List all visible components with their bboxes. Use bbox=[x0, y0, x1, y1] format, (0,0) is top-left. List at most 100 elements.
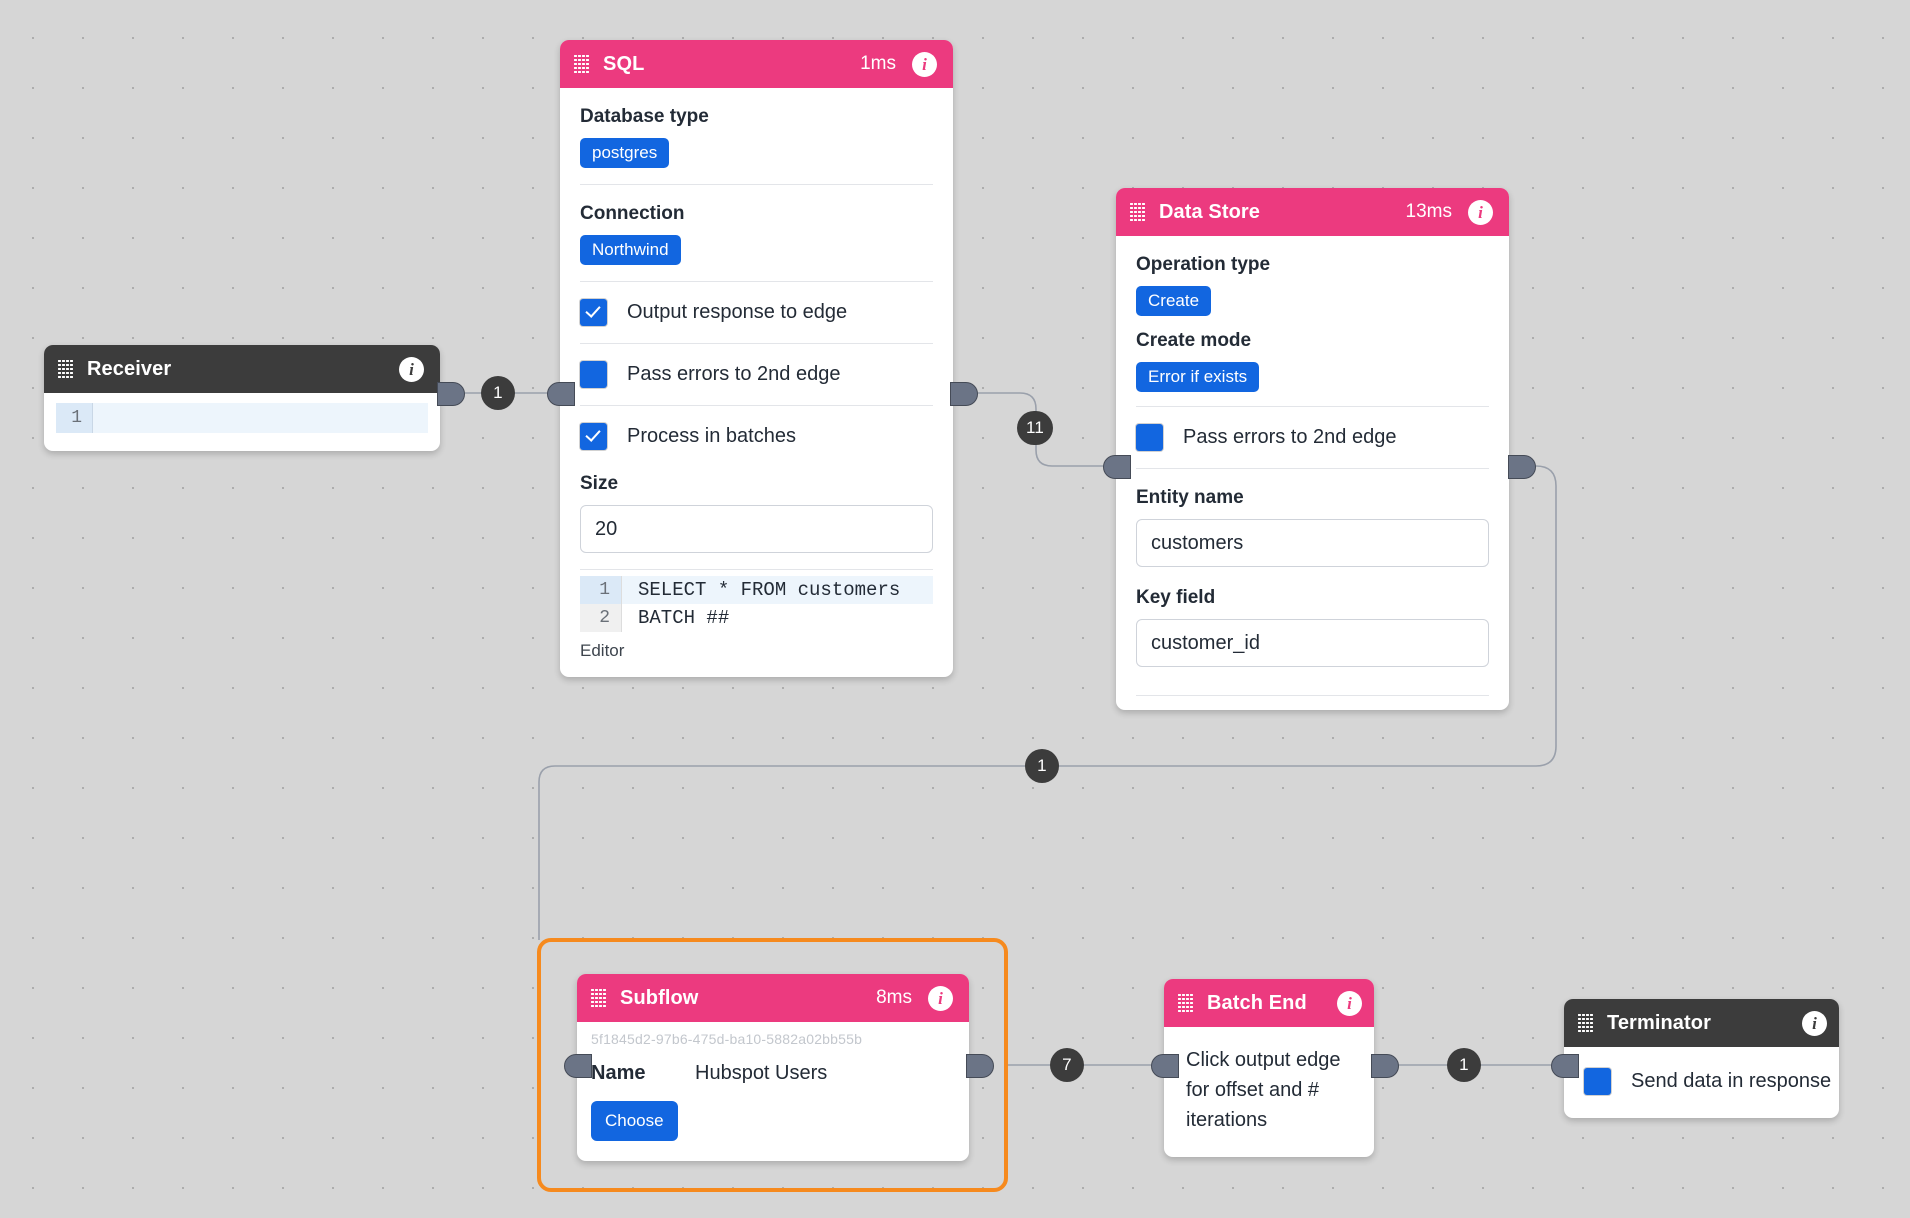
entity-name-input[interactable] bbox=[1136, 519, 1489, 567]
terminator-title: Terminator bbox=[1607, 1011, 1711, 1034]
drag-handle-icon[interactable] bbox=[591, 988, 606, 1008]
output-response-row[interactable]: Output response to edge bbox=[560, 282, 953, 343]
sql-output-port[interactable] bbox=[950, 382, 978, 406]
operation-type-value[interactable]: Create bbox=[1136, 286, 1212, 316]
drag-handle-icon[interactable] bbox=[1178, 993, 1193, 1013]
receiver-output-port[interactable] bbox=[437, 382, 465, 406]
edge-count-datastore-to-subflow[interactable]: 1 bbox=[1025, 749, 1059, 783]
node-data-store[interactable]: Data Store 13ms i Operation type Create … bbox=[1116, 188, 1509, 710]
database-type-value[interactable]: postgres bbox=[580, 138, 670, 168]
batch-end-input-port[interactable] bbox=[1151, 1054, 1179, 1078]
batch-end-header[interactable]: Batch End i bbox=[1164, 979, 1374, 1027]
subflow-header[interactable]: Subflow 8ms i bbox=[577, 974, 969, 1022]
process-batches-row[interactable]: Process in batches bbox=[560, 406, 953, 467]
pass-errors-row[interactable]: Pass errors to 2nd edge bbox=[560, 344, 953, 405]
connection-label: Connection bbox=[580, 203, 685, 224]
line-number: 2 bbox=[580, 604, 622, 632]
output-response-label: Output response to edge bbox=[627, 301, 848, 323]
sql-code-editor[interactable]: 1 SELECT * FROM customers 2 BATCH ## bbox=[580, 576, 933, 632]
info-icon[interactable]: i bbox=[912, 51, 937, 77]
pass-errors-label: Pass errors to 2nd edge bbox=[627, 363, 841, 385]
node-receiver[interactable]: Receiver i 1 bbox=[44, 345, 440, 451]
info-glyph: i bbox=[922, 54, 927, 74]
operation-type-label: Operation type bbox=[1136, 254, 1271, 275]
subflow-uuid: 5f1845d2-97b6-475d-ba10-5882a02bb55b bbox=[591, 1031, 863, 1047]
line-text[interactable]: SELECT * FROM customers bbox=[622, 576, 933, 604]
body-bottom-spacer bbox=[1116, 696, 1509, 710]
info-icon[interactable]: i bbox=[1337, 990, 1362, 1016]
receiver-body: 1 bbox=[44, 393, 440, 451]
workflow-canvas[interactable]: Receiver i 1 1 SQL 1ms i Database type p… bbox=[0, 0, 1910, 1218]
divider bbox=[580, 569, 933, 570]
subflow-duration: 8ms bbox=[876, 987, 912, 1008]
terminator-body: Send data in response bbox=[1564, 1047, 1839, 1118]
operation-type-field: Operation type Create bbox=[1116, 236, 1509, 322]
process-batches-checkbox[interactable] bbox=[580, 423, 607, 450]
key-field-input[interactable] bbox=[1136, 619, 1489, 667]
subflow-name-row: Name Hubspot Users bbox=[577, 1049, 969, 1085]
info-glyph: i bbox=[1478, 202, 1483, 222]
choose-button[interactable]: Choose bbox=[591, 1101, 678, 1141]
data-store-title: Data Store bbox=[1159, 200, 1261, 223]
info-icon[interactable]: i bbox=[1468, 199, 1493, 225]
info-icon[interactable]: i bbox=[399, 356, 424, 382]
process-batches-label: Process in batches bbox=[627, 425, 796, 447]
size-input[interactable] bbox=[580, 505, 933, 553]
send-data-row[interactable]: Send data in response bbox=[1564, 1051, 1839, 1112]
size-field: Size bbox=[560, 467, 953, 569]
send-data-checkbox[interactable] bbox=[1584, 1068, 1611, 1095]
edge-count-subflow-to-batchend[interactable]: 7 bbox=[1050, 1048, 1084, 1082]
info-icon[interactable]: i bbox=[928, 985, 953, 1011]
terminator-header[interactable]: Terminator i bbox=[1564, 999, 1839, 1047]
subflow-title: Subflow bbox=[620, 986, 699, 1009]
subflow-output-port[interactable] bbox=[966, 1054, 994, 1078]
line-text[interactable]: BATCH ## bbox=[622, 604, 933, 632]
node-sql[interactable]: SQL 1ms i Database type postgres Connect… bbox=[560, 40, 953, 677]
pass-errors-checkbox[interactable] bbox=[580, 361, 607, 388]
line-number: 1 bbox=[56, 403, 93, 433]
node-subflow[interactable]: Subflow 8ms i 5f1845d2-97b6-475d-ba10-58… bbox=[577, 974, 969, 1161]
subflow-input-port[interactable] bbox=[564, 1054, 592, 1078]
create-mode-value[interactable]: Error if exists bbox=[1136, 362, 1260, 392]
node-batch-end[interactable]: Batch End i Click output edge for offset… bbox=[1164, 979, 1374, 1157]
data-store-duration: 13ms bbox=[1405, 201, 1452, 222]
code-line[interactable]: 2 BATCH ## bbox=[580, 604, 933, 632]
info-glyph: i bbox=[409, 359, 414, 379]
create-mode-field: Create mode Error if exists bbox=[1116, 322, 1509, 406]
connection-value[interactable]: Northwind bbox=[580, 235, 681, 265]
data-store-input-port[interactable] bbox=[1103, 455, 1131, 479]
sql-input-port[interactable] bbox=[547, 382, 575, 406]
receiver-header[interactable]: Receiver i bbox=[44, 345, 440, 393]
editor-caption: Editor bbox=[580, 641, 625, 660]
receiver-title: Receiver bbox=[87, 357, 172, 380]
node-terminator[interactable]: Terminator i Send data in response bbox=[1564, 999, 1839, 1118]
pass-errors-label: Pass errors to 2nd edge bbox=[1183, 426, 1397, 448]
data-store-header[interactable]: Data Store 13ms i bbox=[1116, 188, 1509, 236]
drag-handle-icon[interactable] bbox=[1130, 202, 1145, 222]
sql-body: Database type postgres Connection Northw… bbox=[560, 88, 953, 677]
subflow-name-label: Name bbox=[591, 1062, 646, 1084]
batch-end-body: Click output edge for offset and # itera… bbox=[1186, 1049, 1341, 1131]
edge-count-batchend-to-terminator[interactable]: 1 bbox=[1447, 1048, 1481, 1082]
send-data-label: Send data in response bbox=[1631, 1070, 1832, 1092]
pass-errors-row[interactable]: Pass errors to 2nd edge bbox=[1116, 407, 1509, 468]
output-response-checkbox[interactable] bbox=[580, 299, 607, 326]
sql-header[interactable]: SQL 1ms i bbox=[560, 40, 953, 88]
data-store-output-port[interactable] bbox=[1508, 455, 1536, 479]
drag-handle-icon[interactable] bbox=[58, 359, 73, 379]
entity-name-label: Entity name bbox=[1136, 487, 1244, 508]
drag-handle-icon[interactable] bbox=[574, 54, 589, 74]
pass-errors-checkbox[interactable] bbox=[1136, 424, 1163, 451]
database-type-label: Database type bbox=[580, 106, 709, 127]
edge-count-sql-to-datastore[interactable]: 11 bbox=[1017, 411, 1054, 445]
terminator-input-port[interactable] bbox=[1551, 1054, 1579, 1078]
subflow-body: 5f1845d2-97b6-475d-ba10-5882a02bb55b Nam… bbox=[577, 1022, 969, 1161]
code-line[interactable]: 1 SELECT * FROM customers bbox=[580, 576, 933, 604]
edge-count-receiver-to-sql[interactable]: 1 bbox=[481, 376, 515, 410]
subflow-name-value: Hubspot Users bbox=[695, 1062, 828, 1084]
line-text[interactable] bbox=[93, 403, 428, 433]
info-icon[interactable]: i bbox=[1802, 1010, 1827, 1036]
batch-end-output-port[interactable] bbox=[1371, 1054, 1399, 1078]
drag-handle-icon[interactable] bbox=[1578, 1013, 1593, 1033]
receiver-code-line[interactable]: 1 bbox=[56, 403, 428, 433]
